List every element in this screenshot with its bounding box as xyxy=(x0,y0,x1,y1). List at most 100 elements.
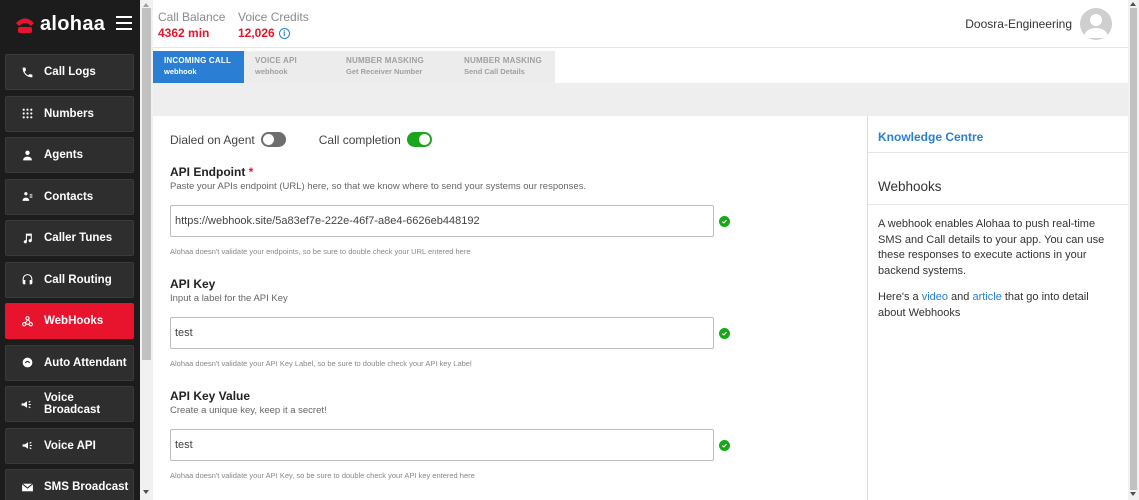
call-completion-toggle[interactable] xyxy=(406,132,432,147)
tab-title: INCOMING CALL xyxy=(164,56,232,65)
and-text: and xyxy=(951,291,970,303)
tab-subtitle: Get Receiver Number xyxy=(346,67,423,76)
tab-number-masking-send-details[interactable]: NUMBER MASKING Send Call Details xyxy=(453,51,555,83)
sidebar-item-label: Numbers xyxy=(44,107,94,120)
webhook-tabs: INCOMING CALL webhook VOICE API webhook … xyxy=(153,51,555,83)
tab-title: NUMBER MASKING xyxy=(346,56,424,65)
person-icon xyxy=(18,148,36,162)
webhook-form: Dialed on Agent Call completion API Endp… xyxy=(153,116,867,500)
tab-title: VOICE API xyxy=(255,56,297,65)
api-key-value-input[interactable] xyxy=(170,429,714,461)
knowledge-body: A webhook enables Alohaa to push real-ti… xyxy=(878,218,1105,277)
alohaa-logo-icon xyxy=(16,18,34,33)
api-key-value-note: Alohaa doesn't validate your API Key, so… xyxy=(170,471,475,480)
api-endpoint-title: API Endpoint * xyxy=(170,165,253,179)
sidebar-item-label: Contacts xyxy=(44,190,94,203)
sidebar-item-auto-attendant[interactable]: Auto Attendant xyxy=(5,344,134,381)
tab-subtitle: Send Call Details xyxy=(464,67,525,76)
dialpad-icon xyxy=(18,107,36,121)
article-link[interactable]: article xyxy=(972,291,1001,303)
sidebar-item-caller-tunes[interactable]: Caller Tunes xyxy=(5,220,134,256)
knowledge-title: Webhooks xyxy=(878,179,942,194)
api-endpoint-subtitle: Paste your APIs endpoint (URL) here, so … xyxy=(170,181,587,192)
top-header: Call Balance 4362 min Voice Credits 12,0… xyxy=(153,0,1128,48)
knowledge-more: Here's a video and article that go into … xyxy=(878,290,1118,321)
api-key-check-icon xyxy=(719,328,730,339)
scroll-up-arrow-icon[interactable] xyxy=(143,3,149,7)
sidebar-item-label: SMS Broadcast xyxy=(44,481,129,493)
video-link[interactable]: video xyxy=(922,291,948,303)
sidebar-item-voice-api[interactable]: Voice API xyxy=(5,427,134,464)
tab-incoming-call-webhook[interactable]: INCOMING CALL webhook xyxy=(153,51,244,83)
call-completion-label: Call completion xyxy=(318,132,401,147)
tab-number-masking-get-receiver[interactable]: NUMBER MASKING Get Receiver Number xyxy=(335,51,453,83)
tab-voice-api-webhook[interactable]: VOICE API webhook xyxy=(244,51,335,83)
tabs-spacer xyxy=(153,83,1128,116)
sidebar-item-agents[interactable]: Agents xyxy=(5,137,134,173)
logo-bar: alohaa xyxy=(0,0,140,48)
mail-icon xyxy=(18,480,36,494)
voice-credits: Voice Credits 12,026 i xyxy=(238,10,309,40)
sidebar-item-call-routing[interactable]: Call Routing xyxy=(5,261,134,298)
sidebar-item-voice-broadcast[interactable]: Voice Broadcast xyxy=(5,386,134,422)
api-endpoint-note: Alohaa doesn't validate your endpoints, … xyxy=(170,247,471,256)
sidebar-nav: Call Logs Numbers Agents Contacts Caller… xyxy=(5,54,134,500)
dialed-on-agent-toggle[interactable] xyxy=(260,132,286,147)
sidebar-item-numbers[interactable]: Numbers xyxy=(5,95,134,132)
megaphone-icon xyxy=(18,439,36,453)
scroll-up-arrow-icon[interactable] xyxy=(1130,2,1136,6)
megaphone-icon xyxy=(18,397,36,411)
sidebar-item-label: Call Logs xyxy=(44,66,96,78)
attendant-icon xyxy=(18,356,36,370)
music-note-icon xyxy=(18,231,36,245)
api-key-value-title: API Key Value xyxy=(170,389,251,403)
scroll-down-arrow-icon[interactable] xyxy=(1130,492,1136,496)
brand-logo[interactable]: alohaa xyxy=(14,13,105,36)
sidebar-item-label: WebHooks xyxy=(44,315,104,327)
voice-credits-value: 12,026 xyxy=(238,26,275,40)
user-name[interactable]: Doosra-Engineering xyxy=(965,17,1072,31)
sidebar-item-sms-broadcast[interactable]: SMS Broadcast xyxy=(5,469,134,500)
knowledge-centre-link[interactable]: Knowledge Centre xyxy=(878,130,983,144)
divider xyxy=(868,152,1129,153)
phone-icon xyxy=(18,65,36,79)
user-avatar-icon xyxy=(1084,14,1108,38)
call-balance: Call Balance 4362 min xyxy=(158,10,225,40)
dialed-on-agent-label: Dialed on Agent xyxy=(170,132,255,147)
tab-title: NUMBER MASKING xyxy=(464,56,542,65)
page-scrollbar-thumb[interactable] xyxy=(142,8,151,360)
call-balance-value: 4362 min xyxy=(158,26,210,40)
avatar[interactable] xyxy=(1080,8,1112,40)
api-endpoint-input[interactable] xyxy=(170,205,714,237)
sidebar-item-label: Auto Attendant xyxy=(44,356,127,369)
sidebar-item-webhooks[interactable]: WebHooks xyxy=(5,303,134,339)
scroll-down-arrow-icon[interactable] xyxy=(143,490,149,494)
api-key-title: API Key xyxy=(170,277,216,291)
knowledge-centre-panel: Knowledge Centre Webhooks A webhook enab… xyxy=(867,116,1129,500)
sidebar: alohaa Call Logs Numbers Agents Contacts… xyxy=(0,0,140,500)
call-balance-label: Call Balance xyxy=(158,10,226,24)
brand-name: alohaa xyxy=(40,13,106,35)
sidebar-item-call-logs[interactable]: Call Logs xyxy=(5,54,134,90)
sidebar-item-label: Voice API xyxy=(44,439,96,452)
api-key-subtitle: Input a label for the API Key xyxy=(170,293,288,304)
api-key-value-subtitle: Create a unique key, keep it a secret! xyxy=(170,405,327,416)
sidebar-item-contacts[interactable]: Contacts xyxy=(5,178,134,215)
menu-hamburger-icon[interactable] xyxy=(116,16,132,30)
tab-subtitle: webhook xyxy=(164,67,197,76)
divider xyxy=(868,204,1129,205)
voice-credits-row: 12,026 i xyxy=(238,26,309,40)
webhook-icon xyxy=(18,314,36,328)
required-marker: * xyxy=(248,165,254,179)
more-prefix: Here's a xyxy=(878,291,919,303)
api-key-note: Alohaa doesn't validate your API Key Lab… xyxy=(170,359,472,368)
contacts-icon xyxy=(18,190,36,204)
sidebar-item-label: Voice Broadcast xyxy=(43,392,101,416)
tab-subtitle: webhook xyxy=(255,67,288,76)
voice-credits-label: Voice Credits xyxy=(238,10,309,24)
api-key-input[interactable] xyxy=(170,317,714,349)
tabs-strip xyxy=(555,51,1128,83)
info-icon[interactable]: i xyxy=(278,27,290,39)
sidebar-item-label: Call Routing xyxy=(44,273,112,286)
panel-scrollbar-thumb[interactable] xyxy=(1130,8,1137,490)
